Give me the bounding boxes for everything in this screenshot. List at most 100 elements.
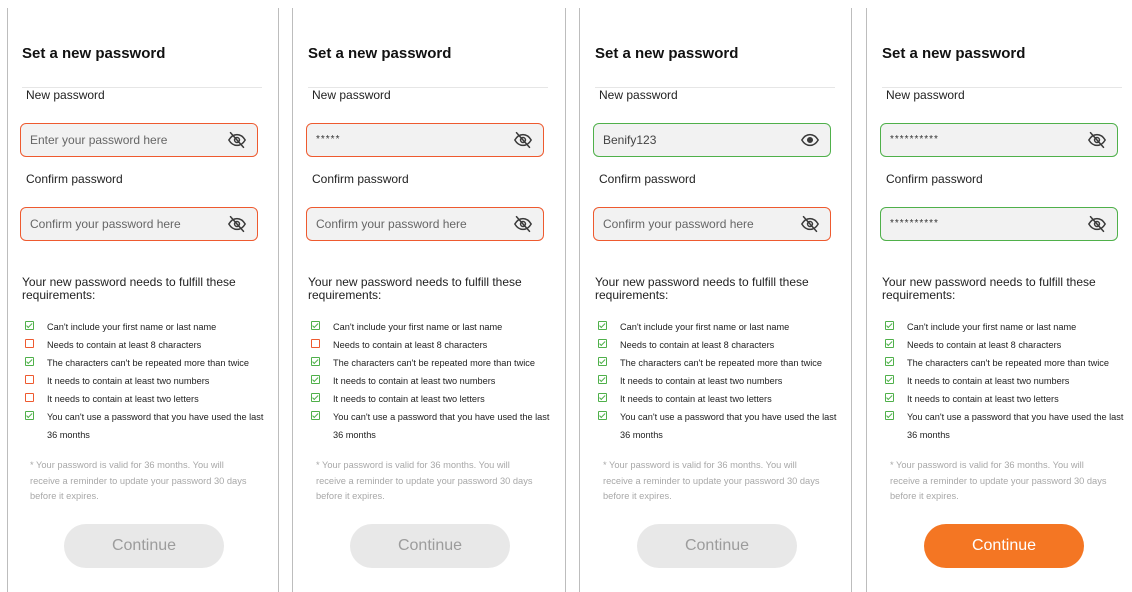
- validity-note: * Your password is valid for 36 months. …: [30, 460, 247, 501]
- confirm-password-field[interactable]: Confirm your password here: [20, 207, 258, 241]
- checkbox-checked-icon: [311, 321, 320, 330]
- checkbox-checked-icon: [311, 357, 320, 366]
- password-panel: Set a new password New password Benify12…: [593, 0, 843, 592]
- new-password-field[interactable]: Benify123: [593, 123, 831, 157]
- panel-divider-line: [278, 8, 279, 592]
- continue-button[interactable]: Continue: [350, 524, 510, 568]
- new-password-input-text: *****: [316, 134, 341, 145]
- requirement-item: It needs to contain at least two letters: [884, 390, 1126, 408]
- requirement-text: Needs to contain at least 8 characters: [333, 340, 488, 350]
- requirement-item: It needs to contain at least two numbers: [310, 372, 552, 390]
- requirement-text: The characters can't be repeated more th…: [620, 358, 822, 368]
- requirement-item: It needs to contain at least two numbers: [884, 372, 1126, 390]
- new-password-field[interactable]: *****: [306, 123, 544, 157]
- checkbox-checked-icon: [598, 393, 607, 402]
- confirm-password-field[interactable]: **********: [880, 207, 1118, 241]
- confirm-password-input-text: Confirm your password here: [30, 217, 181, 231]
- password-panel: Set a new password New password ********…: [880, 0, 1130, 592]
- confirm-password-field[interactable]: Confirm your password here: [306, 207, 544, 241]
- requirement-text: Can't include your first name or last na…: [907, 322, 1077, 332]
- new-password-input-text: **********: [890, 134, 939, 145]
- requirement-item: You can't use a password that you have u…: [884, 408, 1126, 444]
- checkbox-checked-icon: [25, 357, 34, 366]
- panel-divider-line: [565, 8, 566, 592]
- new-password-input-text: Enter your password here: [30, 133, 168, 147]
- eye-off-icon[interactable]: [513, 215, 533, 233]
- requirement-text: The characters can't be repeated more th…: [333, 358, 535, 368]
- eye-off-icon[interactable]: [1087, 131, 1107, 149]
- requirement-item: It needs to contain at least two letters: [310, 390, 552, 408]
- page-title: Set a new password: [882, 45, 1026, 62]
- checkbox-checked-icon: [598, 357, 607, 366]
- requirement-text: Can't include your first name or last na…: [620, 322, 790, 332]
- new-password-input-text: Benify123: [603, 133, 657, 147]
- checkbox-checked-icon: [598, 321, 607, 330]
- requirement-text: You can't use a password that you have u…: [47, 412, 264, 440]
- requirement-item: The characters can't be repeated more th…: [597, 354, 839, 372]
- requirement-text: It needs to contain at least two letters: [907, 394, 1059, 404]
- checkbox-unchecked-icon: [25, 375, 34, 384]
- requirement-text: Needs to contain at least 8 characters: [620, 340, 775, 350]
- checkbox-checked-icon: [598, 339, 607, 348]
- requirement-item: It needs to contain at least two numbers: [597, 372, 839, 390]
- eye-off-icon[interactable]: [227, 131, 247, 149]
- confirm-password-field[interactable]: Confirm your password here: [593, 207, 831, 241]
- requirement-item: Can't include your first name or last na…: [597, 318, 839, 336]
- eye-off-icon[interactable]: [1087, 215, 1107, 233]
- eye-off-icon[interactable]: [513, 131, 533, 149]
- requirements-title: Your new password needs to fulfill these…: [308, 275, 522, 302]
- checkbox-checked-icon: [598, 411, 607, 420]
- confirm-password-input-text: **********: [890, 218, 939, 229]
- requirement-text: It needs to contain at least two numbers: [907, 376, 1070, 386]
- requirement-item: Needs to contain at least 8 characters: [310, 336, 552, 354]
- panel-divider-line: [866, 8, 867, 592]
- requirement-item: It needs to contain at least two letters: [24, 390, 266, 408]
- panel-divider-line: [292, 8, 293, 592]
- requirement-text: Needs to contain at least 8 characters: [47, 340, 202, 350]
- password-panel: Set a new password New password ***** Co…: [306, 0, 556, 592]
- requirement-text: You can't use a password that you have u…: [907, 412, 1124, 440]
- new-password-label: New password: [599, 88, 678, 102]
- requirement-text: The characters can't be repeated more th…: [907, 358, 1109, 368]
- page-title: Set a new password: [308, 45, 452, 62]
- requirement-item: Can't include your first name or last na…: [310, 318, 552, 336]
- requirement-item: Needs to contain at least 8 characters: [884, 336, 1126, 354]
- continue-button[interactable]: Continue: [64, 524, 224, 568]
- eye-icon[interactable]: [800, 131, 820, 149]
- requirement-text: Can't include your first name or last na…: [47, 322, 217, 332]
- checkbox-unchecked-icon: [25, 339, 34, 348]
- requirement-text: It needs to contain at least two letters: [620, 394, 772, 404]
- requirement-item: Can't include your first name or last na…: [884, 318, 1126, 336]
- confirm-password-input-text: Confirm your password here: [316, 217, 467, 231]
- requirement-item: Can't include your first name or last na…: [24, 318, 266, 336]
- requirement-item: The characters can't be repeated more th…: [310, 354, 552, 372]
- requirement-item: Needs to contain at least 8 characters: [597, 336, 839, 354]
- panel-divider-line: [579, 8, 580, 592]
- requirement-text: It needs to contain at least two numbers: [620, 376, 783, 386]
- requirement-text: It needs to contain at least two letters: [47, 394, 199, 404]
- checkbox-checked-icon: [311, 393, 320, 402]
- checkbox-checked-icon: [311, 411, 320, 420]
- continue-button[interactable]: Continue: [924, 524, 1084, 568]
- requirement-item: You can't use a password that you have u…: [24, 408, 266, 444]
- new-password-field[interactable]: Enter your password here: [20, 123, 258, 157]
- eye-off-icon[interactable]: [227, 215, 247, 233]
- continue-button[interactable]: Continue: [637, 524, 797, 568]
- confirm-password-label: Confirm password: [312, 172, 409, 186]
- requirements-list: Can't include your first name or last na…: [884, 318, 1126, 444]
- new-password-label: New password: [886, 88, 965, 102]
- checkbox-checked-icon: [885, 321, 894, 330]
- requirements-title: Your new password needs to fulfill these…: [22, 275, 236, 302]
- requirement-item: The characters can't be repeated more th…: [24, 354, 266, 372]
- new-password-field[interactable]: **********: [880, 123, 1118, 157]
- eye-off-icon[interactable]: [800, 215, 820, 233]
- checkbox-checked-icon: [885, 411, 894, 420]
- requirement-text: Can't include your first name or last na…: [333, 322, 503, 332]
- checkbox-checked-icon: [598, 375, 607, 384]
- checkbox-checked-icon: [885, 357, 894, 366]
- panel-divider-line: [851, 8, 852, 592]
- checkbox-checked-icon: [885, 339, 894, 348]
- requirement-item: It needs to contain at least two letters: [597, 390, 839, 408]
- requirements-list: Can't include your first name or last na…: [310, 318, 552, 444]
- requirement-item: You can't use a password that you have u…: [597, 408, 839, 444]
